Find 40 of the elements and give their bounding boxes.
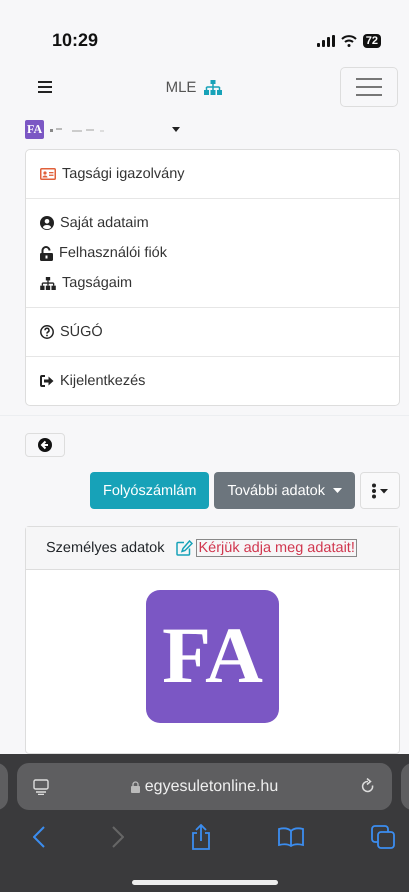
action-button[interactable]: További adatok [214,472,355,509]
help-icon [40,325,54,339]
menu-item[interactable]: Saját adataim [40,215,385,231]
arrow-left-icon [38,438,52,452]
menu-item[interactable]: Tagsági igazolvány [40,166,385,182]
tabs-icon[interactable] [371,825,395,849]
back-button[interactable] [25,433,65,457]
profile-avatar: FA [146,590,279,723]
reader-icon[interactable] [33,778,49,794]
user-avatar[interactable]: FA [25,120,44,139]
battery-level: 72 [362,34,381,48]
card-title: Személyes adatok [46,540,164,556]
menu-item[interactable]: Kijelentkezés [40,373,385,389]
back-icon[interactable] [33,826,45,848]
menu-icon [356,78,382,96]
signal-icon [316,34,335,46]
sitemap-icon [40,276,56,290]
sitemap-icon [204,80,222,94]
kebab-caret-icon [371,482,389,498]
wifi-icon [340,34,357,46]
address-bar[interactable]: egyesuletonline.hu [17,763,392,810]
menu-item[interactable]: Tagságaim [40,275,385,291]
url-text: egyesuletonline.hu [144,778,278,796]
warning-message: Kérjük adja meg adatait! [196,539,357,557]
status-time: 10:29 [52,30,98,51]
user-icon [40,216,54,230]
sign-out-icon [40,375,54,387]
caret-icon[interactable] [172,127,180,132]
more-options-button[interactable] [360,472,400,509]
menu-item[interactable]: SÚGÓ [40,324,385,340]
book-icon[interactable] [278,827,304,847]
menu-toggle-button[interactable] [340,67,398,107]
edit-icon[interactable] [176,540,194,556]
menu-icon[interactable] [38,81,52,93]
unlocked-padlock-icon [40,246,53,260]
menu-item[interactable]: Felhasználói fiók [40,245,385,261]
brand-name[interactable]: MLE [166,78,196,96]
share-icon[interactable] [191,824,211,850]
id-card-icon [40,168,56,180]
lock-icon [130,780,140,792]
